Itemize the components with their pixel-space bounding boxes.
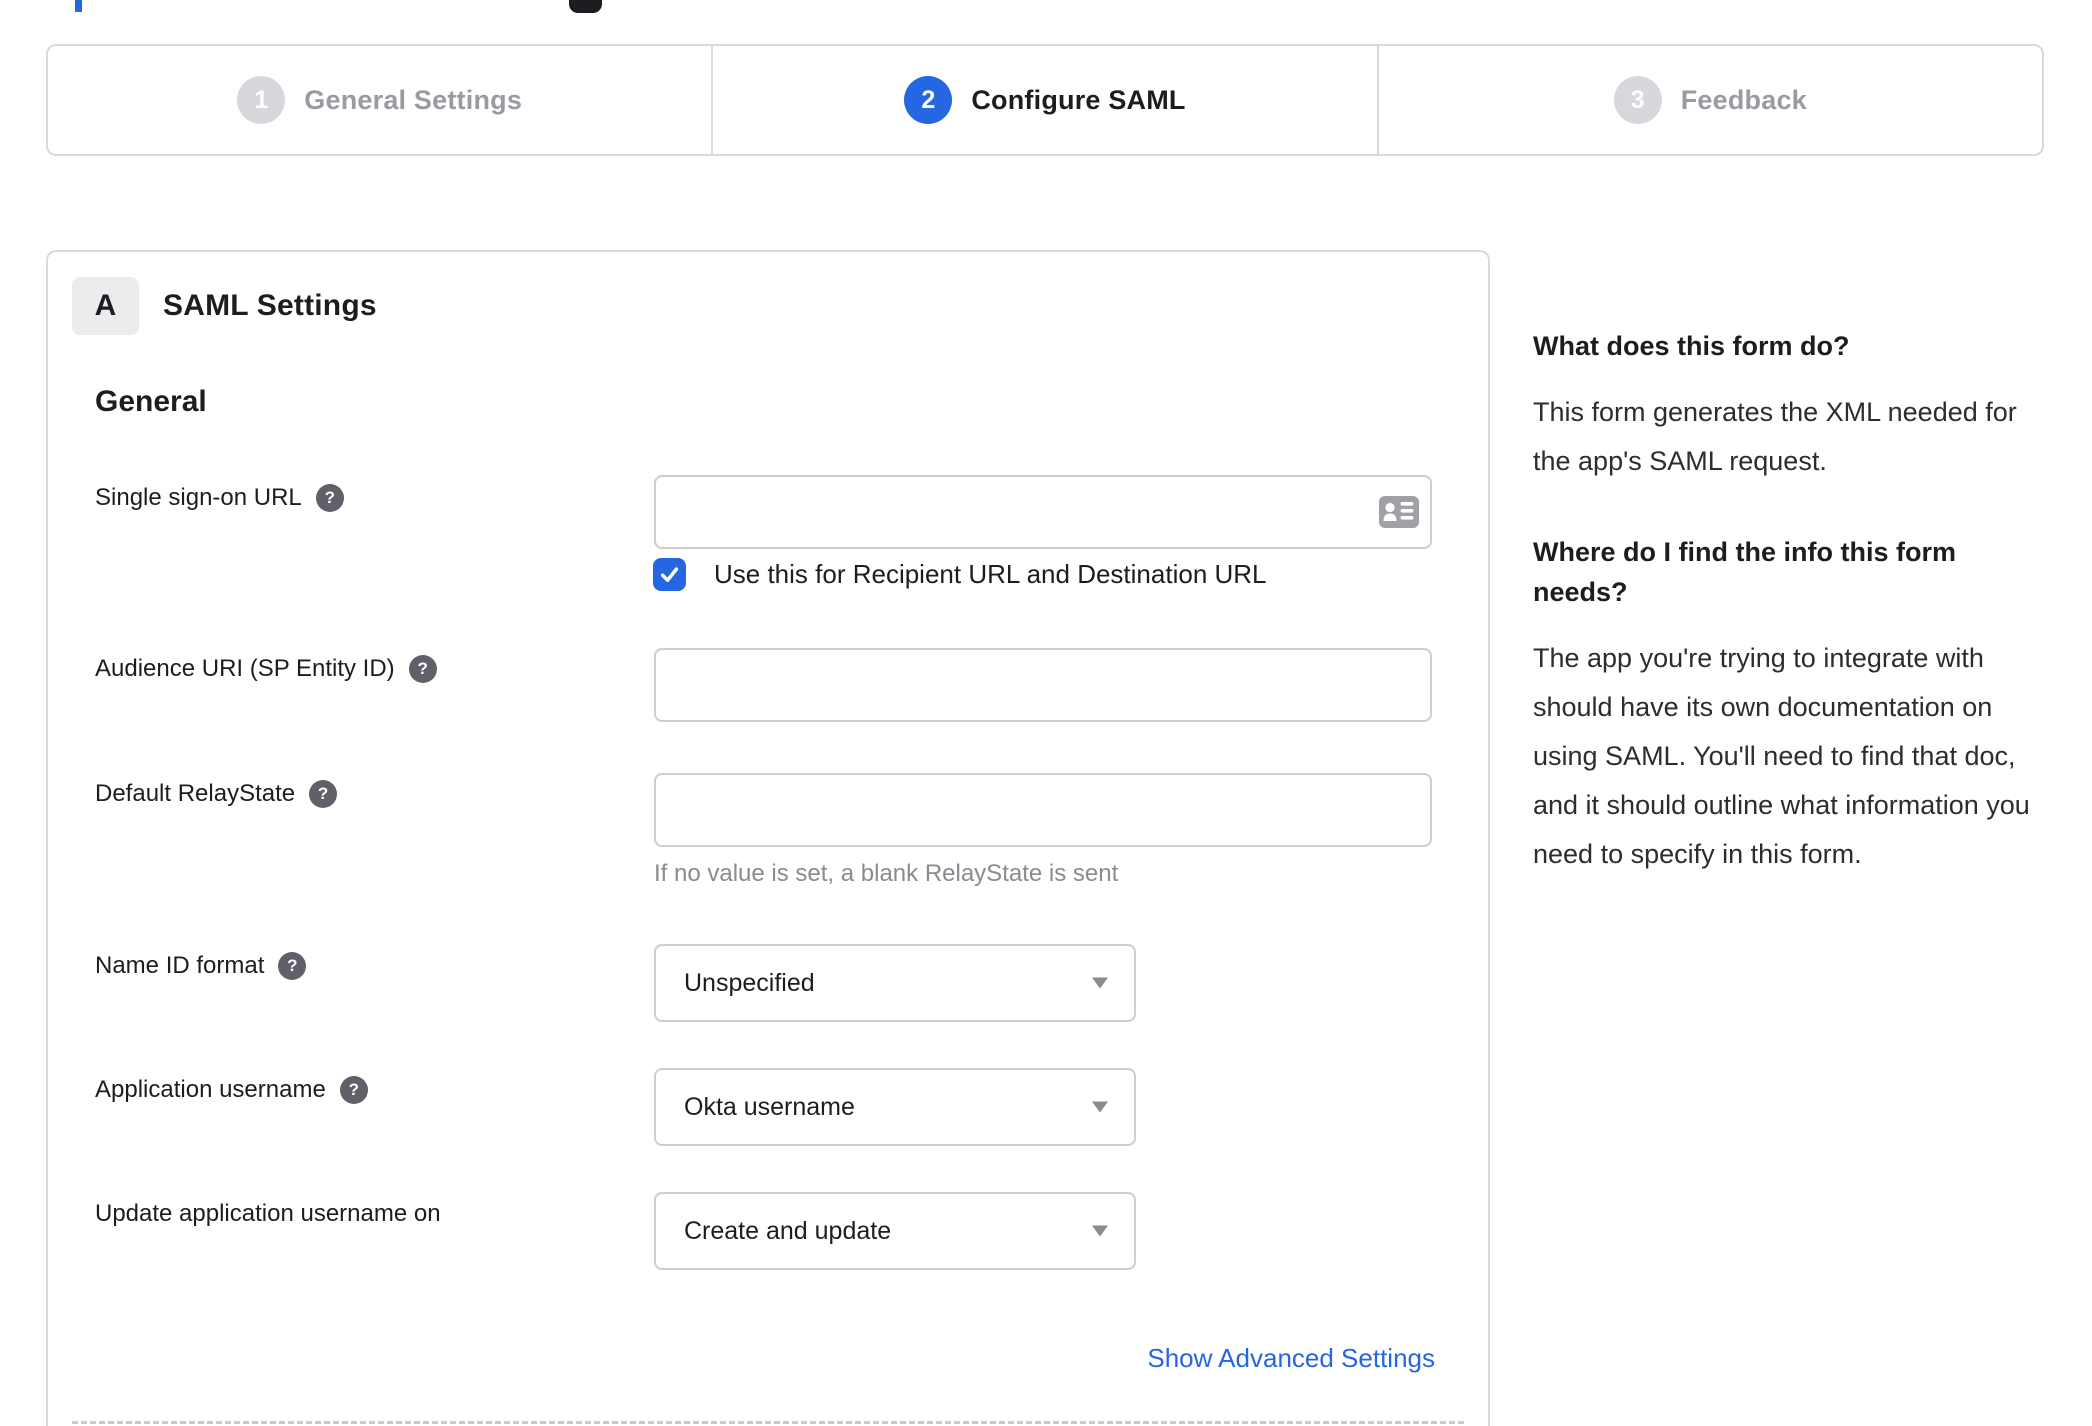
name-id-format-label: Name ID format xyxy=(95,952,265,979)
name-id-format-label-row: Name ID format ? xyxy=(95,952,307,980)
update-username-select[interactable]: Create and update xyxy=(654,1192,1136,1270)
app-username-value: Okta username xyxy=(684,1092,855,1121)
help-heading-where: Where do I find the info this form needs… xyxy=(1533,537,1956,607)
chevron-down-icon xyxy=(1092,1225,1108,1237)
relaystate-hint: If no value is set, a blank RelayState i… xyxy=(654,860,1119,887)
app-username-help-icon[interactable]: ? xyxy=(339,1076,368,1104)
step-1-label: General Settings xyxy=(304,84,523,115)
step-2-number: 2 xyxy=(921,85,936,114)
help-body-what: This form generates the XML needed for t… xyxy=(1533,397,2017,476)
saml-setup-page: 1 General Settings 2 Configure SAML 3 Fe… xyxy=(0,0,2092,1426)
step-2-circle: 2 xyxy=(904,76,953,124)
relaystate-help-icon[interactable]: ? xyxy=(309,780,338,808)
general-section-heading: General xyxy=(95,385,207,418)
audience-uri-help-icon[interactable]: ? xyxy=(408,655,437,683)
cropped-title-fragment xyxy=(75,0,82,12)
step-3-label: Feedback xyxy=(1680,84,1807,115)
audience-uri-label-row: Audience URI (SP Entity ID) ? xyxy=(95,655,437,683)
relaystate-label-row: Default RelayState ? xyxy=(95,780,338,808)
cropped-logo-fragment xyxy=(569,0,602,13)
checkmark-icon xyxy=(660,567,679,582)
help-body-where: The app you're trying to integrate with … xyxy=(1533,643,2030,869)
panel-title: SAML Settings xyxy=(163,289,377,322)
chevron-down-icon xyxy=(1092,977,1108,989)
audience-uri-label: Audience URI (SP Entity ID) xyxy=(95,655,395,682)
relaystate-label: Default RelayState xyxy=(95,780,296,807)
sso-url-help-icon[interactable]: ? xyxy=(315,484,344,512)
relaystate-input[interactable] xyxy=(654,773,1432,847)
name-id-format-value: Unspecified xyxy=(684,968,815,997)
sso-url-label: Single sign-on URL xyxy=(95,484,302,511)
step-general-settings[interactable]: 1 General Settings xyxy=(48,46,711,154)
help-section-where: Where do I find the info this form needs… xyxy=(1533,532,2057,879)
help-heading-what: What does this form do? xyxy=(1533,331,1850,361)
step-configure-saml[interactable]: 2 Configure SAML xyxy=(711,46,1376,154)
wizard-stepper: 1 General Settings 2 Configure SAML 3 Fe… xyxy=(46,44,2044,156)
update-username-label: Update application username on xyxy=(95,1200,441,1227)
step-2-label: Configure SAML xyxy=(971,84,1186,115)
update-username-value: Create and update xyxy=(684,1216,892,1245)
step-1-number: 1 xyxy=(254,85,269,114)
contact-card-icon xyxy=(1379,496,1419,528)
step-feedback[interactable]: 3 Feedback xyxy=(1376,46,2042,154)
sso-url-input-wrap xyxy=(654,475,1432,549)
step-3-circle: 3 xyxy=(1613,76,1662,124)
app-username-label: Application username xyxy=(95,1076,326,1103)
dashed-divider xyxy=(72,1421,1464,1424)
show-advanced-settings-link[interactable]: Show Advanced Settings xyxy=(1147,1343,1435,1374)
step-3-number: 3 xyxy=(1630,85,1645,114)
sso-url-input[interactable] xyxy=(654,475,1432,549)
audience-uri-input[interactable] xyxy=(654,648,1432,722)
recipient-url-checkbox-label[interactable]: Use this for Recipient URL and Destinati… xyxy=(714,558,1267,591)
section-a-badge-letter: A xyxy=(94,289,117,322)
help-section-what: What does this form do? This form genera… xyxy=(1533,326,2057,486)
update-username-label-row: Update application username on xyxy=(95,1200,441,1228)
sso-url-label-row: Single sign-on URL ? xyxy=(95,484,344,512)
app-username-select[interactable]: Okta username xyxy=(654,1068,1136,1146)
recipient-url-checkbox[interactable] xyxy=(653,558,686,591)
help-sidebar: What does this form do? This form genera… xyxy=(1533,326,2057,879)
app-username-label-row: Application username ? xyxy=(95,1076,368,1104)
section-a-badge: A xyxy=(72,277,139,335)
step-1-circle: 1 xyxy=(237,76,286,124)
saml-settings-panel: A SAML Settings General Single sign-on U… xyxy=(46,250,1490,1426)
name-id-format-help-icon[interactable]: ? xyxy=(278,952,307,980)
name-id-format-select[interactable]: Unspecified xyxy=(654,944,1136,1022)
chevron-down-icon xyxy=(1092,1101,1108,1113)
